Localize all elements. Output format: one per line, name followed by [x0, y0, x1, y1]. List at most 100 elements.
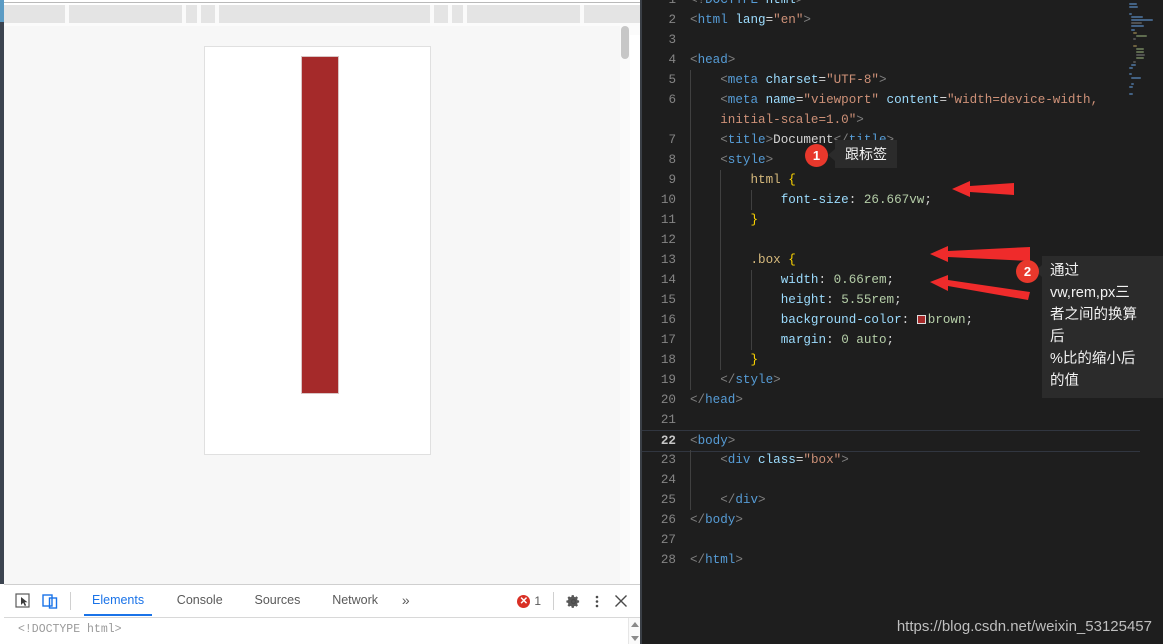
page-viewport[interactable]: [4, 26, 630, 584]
code-text: <head>: [690, 53, 736, 67]
viewport-scrollbar[interactable]: [620, 26, 630, 584]
toolbar-divider-6: [448, 5, 452, 23]
code-text: <meta name="viewport" content="width=dev…: [690, 93, 1099, 107]
minimap-line: [1129, 86, 1133, 89]
code-line[interactable]: 21: [642, 410, 1140, 430]
code-text: <html lang="en">: [690, 13, 811, 27]
line-number: 12: [660, 233, 676, 247]
code-text: font-size: 26.667vw;: [780, 193, 932, 207]
code-line[interactable]: 6 <meta name="viewport" content="width=d…: [642, 90, 1140, 110]
scroll-down-icon[interactable]: [631, 636, 639, 641]
code-line[interactable]: 2 <html lang="en">: [642, 10, 1140, 30]
annotation-tooltip-2-line: 者之间的换算: [1050, 307, 1137, 323]
code-line[interactable]: 27: [642, 530, 1140, 550]
line-number: 3: [668, 33, 676, 47]
minimap-line: [1133, 38, 1137, 41]
code-line[interactable]: 9 html {: [642, 170, 1140, 190]
code-line[interactable]: 5 <meta charset="UTF-8">: [642, 70, 1140, 90]
code-text: }: [750, 353, 759, 367]
error-icon: ✕: [517, 594, 531, 608]
device-toolbar-icon[interactable]: [42, 593, 59, 610]
code-line[interactable]: 11 }: [642, 210, 1140, 230]
code-line[interactable]: 3: [642, 30, 1140, 50]
annotation-arrow-1: [952, 181, 1014, 197]
elements-scrollbar[interactable]: [628, 618, 640, 644]
annotation-arrow-2: [930, 246, 1030, 262]
indent-guide: [690, 230, 691, 250]
code-line[interactable]: 28 </html>: [642, 550, 1140, 570]
line-number: 14: [660, 273, 676, 287]
devtools-tab-console[interactable]: Console: [169, 585, 231, 616]
minimap-line: [1135, 35, 1147, 37]
minimap-line: [1129, 12, 1133, 15]
code-text: </head>: [690, 393, 743, 407]
code-line[interactable]: 12: [642, 230, 1140, 250]
devtools-tab-elements[interactable]: Elements: [84, 585, 153, 616]
minimap-line: [1131, 19, 1154, 21]
code-text: margin: 0 auto;: [780, 333, 895, 347]
code-line[interactable]: 22 <body>: [642, 430, 1140, 452]
color-swatch-icon[interactable]: [916, 315, 926, 324]
scroll-up-icon[interactable]: [631, 622, 639, 627]
line-number: 28: [660, 553, 676, 567]
minimap-line: [1131, 76, 1141, 79]
indent-guide: [690, 470, 691, 490]
code-line[interactable]: 23 <div class="box">: [642, 450, 1140, 470]
devtools-tab-network[interactable]: Network: [324, 585, 386, 616]
code-text: </body>: [690, 513, 743, 527]
code-line[interactable]: initial-scale=1.0">: [642, 110, 1140, 130]
gear-icon[interactable]: [562, 590, 584, 612]
annotation-tooltip-2-line: 通过: [1050, 263, 1079, 279]
annotation-tooltip-2-line: vw,rem,px三: [1050, 285, 1130, 301]
devtools-panel: Elements Console Sources Network » ✕ 1 <!…: [4, 584, 640, 644]
code-text: <style>: [690, 153, 774, 167]
devtools-toolbar: Elements Console Sources Network » ✕ 1: [4, 585, 640, 618]
line-number: 13: [660, 253, 676, 267]
line-number: 21: [660, 413, 676, 427]
code-text: height: 5.55rem;: [780, 293, 902, 307]
minimap-line: [1131, 83, 1135, 85]
devtools-elements-content[interactable]: <!DOCTYPE html>: [4, 618, 640, 644]
minimap-line: [1131, 15, 1144, 18]
kebab-menu-icon[interactable]: [586, 590, 608, 612]
minimap-line: [1135, 57, 1144, 60]
code-text: background-color: brown;: [780, 313, 974, 327]
rendered-page: [204, 46, 431, 455]
error-count: 1: [534, 594, 541, 608]
code-line[interactable]: 25 </div>: [642, 490, 1140, 510]
inspect-element-icon[interactable]: [15, 593, 32, 610]
code-line[interactable]: 1 <!DOCTYPE html>: [642, 0, 1140, 10]
devtools-tab-sources[interactable]: Sources: [247, 585, 309, 616]
code-text: html {: [750, 173, 796, 187]
screenshot-root: Elements Console Sources Network » ✕ 1 <!…: [0, 0, 1163, 644]
line-number: 9: [668, 173, 676, 187]
code-line[interactable]: 10 font-size: 26.667vw;: [642, 190, 1140, 210]
toolbar-separator-2: [553, 592, 554, 610]
toolbar-divider-7: [463, 5, 467, 23]
annotation-arrow-3: [930, 275, 1030, 300]
code-line[interactable]: 26 </body>: [642, 510, 1140, 530]
code-text: </div>: [690, 493, 766, 507]
toolbar-divider-4: [215, 5, 219, 23]
minimap-line: [1129, 73, 1133, 76]
minimap-line: [1133, 31, 1137, 34]
code-text: .box {: [750, 253, 796, 267]
error-badge[interactable]: ✕ 1: [517, 594, 541, 608]
annotation-tooltip-2-line: 后: [1050, 329, 1065, 345]
minimap-line: [1129, 67, 1133, 69]
devtools-more-tabs-icon[interactable]: »: [402, 585, 410, 616]
line-number: 15: [660, 293, 676, 307]
line-number: 23: [660, 453, 676, 467]
toolbar-divider-3: [197, 5, 201, 23]
viewport-scrollbar-thumb[interactable]: [621, 26, 629, 59]
code-line[interactable]: 24: [642, 470, 1140, 490]
minimap-line: [1135, 51, 1145, 53]
devtools-toolbar-right: ✕ 1: [517, 585, 640, 617]
line-number: 20: [660, 393, 676, 407]
close-icon[interactable]: [610, 590, 632, 612]
code-text: <meta charset="UTF-8">: [690, 73, 887, 87]
toolbar-divider-5: [430, 5, 434, 23]
watermark-url: https://blog.csdn.net/weixin_53125457: [896, 618, 1152, 635]
code-line[interactable]: 4 <head>: [642, 50, 1140, 70]
line-number: 10: [660, 193, 676, 207]
